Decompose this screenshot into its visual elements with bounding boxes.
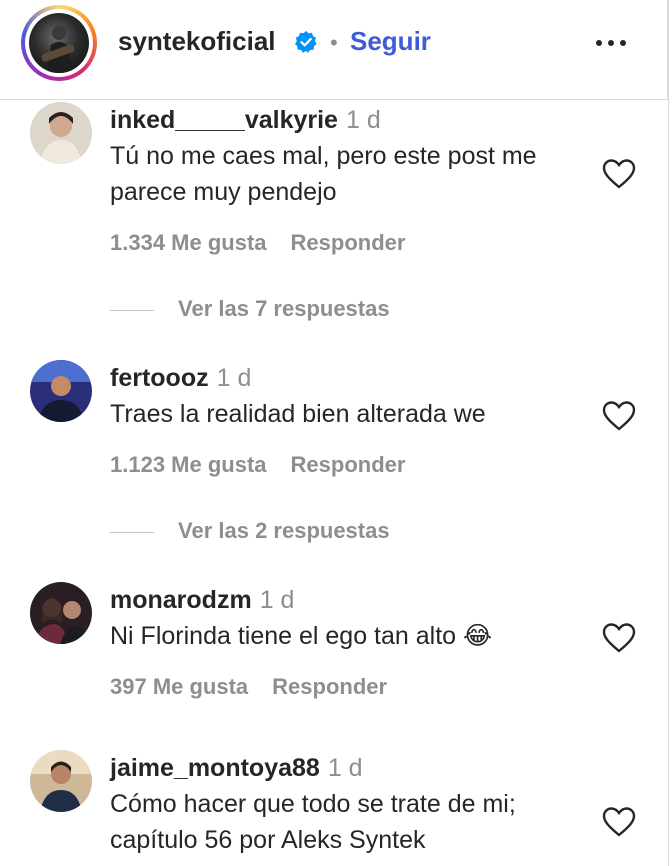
view-replies-label: Ver las 7 respuestas — [178, 296, 390, 321]
comment-username[interactable]: monarodzm 1 d — [110, 586, 294, 615]
comment-username[interactable]: jaime_montoya88 1 d — [110, 754, 363, 783]
comment-item: fertoooz 1 d Traes la realidad bien alter… — [0, 358, 668, 558]
post-header: syntekoficial • Seguir — [0, 0, 668, 100]
comment-text: Cómo hacer que todo se trate de mi; capí… — [110, 790, 516, 854]
verified-badge-icon — [295, 31, 317, 53]
comment-item: monarodzm 1 d Ni Florinda tiene el ego ta… — [0, 580, 668, 720]
comment-item: jaime_montoya88 1 d Cómo hacer que todo s… — [0, 748, 668, 866]
reply-button[interactable]: Responder — [272, 674, 387, 699]
view-replies-label: Ver las 2 respuestas — [178, 518, 390, 543]
commenter-avatar[interactable] — [30, 360, 92, 422]
heart-icon[interactable] — [602, 400, 636, 432]
separator-dot: • — [330, 30, 338, 55]
commenter-avatar[interactable] — [30, 582, 92, 644]
like-count[interactable]: 1.334 Me gusta — [110, 230, 267, 255]
post-author-username[interactable]: syntekoficial — [118, 26, 276, 57]
comment-meta: 397 Me gusta Responder — [110, 674, 387, 700]
commenter-avatar[interactable] — [30, 102, 92, 164]
view-replies-button[interactable]: Ver las 2 respuestas — [110, 518, 440, 548]
commenter-avatar[interactable] — [30, 750, 92, 812]
follow-button[interactable]: Seguir — [350, 26, 431, 57]
more-options-icon[interactable] — [594, 28, 628, 58]
comment-meta: 1.334 Me gusta Responder — [110, 230, 405, 256]
comment-text: Tú no me caes mal, pero este post me par… — [110, 142, 537, 206]
view-replies-button[interactable]: Ver las 7 respuestas — [110, 296, 440, 326]
comment-time: 1 d — [216, 364, 252, 392]
comment-text: Traes la realidad bien alterada we — [110, 400, 486, 428]
heart-icon[interactable] — [602, 806, 636, 838]
panel-divider — [668, 0, 669, 866]
comment-time: 1 d — [345, 106, 381, 134]
heart-icon[interactable] — [602, 622, 636, 654]
comment-meta: 1.123 Me gusta Responder — [110, 452, 405, 478]
comment-username[interactable]: inked_____valkyrie 1 d — [110, 106, 381, 135]
like-count[interactable]: 1.123 Me gusta — [110, 452, 267, 477]
reply-button[interactable]: Responder — [291, 230, 406, 255]
comment-time: 1 d — [259, 586, 295, 614]
like-count[interactable]: 397 Me gusta — [110, 674, 248, 699]
comment-time: 1 d — [327, 754, 363, 782]
reply-button[interactable]: Responder — [291, 452, 406, 477]
heart-icon[interactable] — [602, 158, 636, 190]
profile-avatar[interactable] — [21, 5, 97, 81]
comment-text: Ni Florinda tiene el ego tan alto 😂 — [110, 622, 493, 650]
comment-item: inked_____valkyrie 1 d Tú no me caes mal,… — [0, 100, 668, 340]
comment-username[interactable]: fertoooz 1 d — [110, 364, 251, 393]
